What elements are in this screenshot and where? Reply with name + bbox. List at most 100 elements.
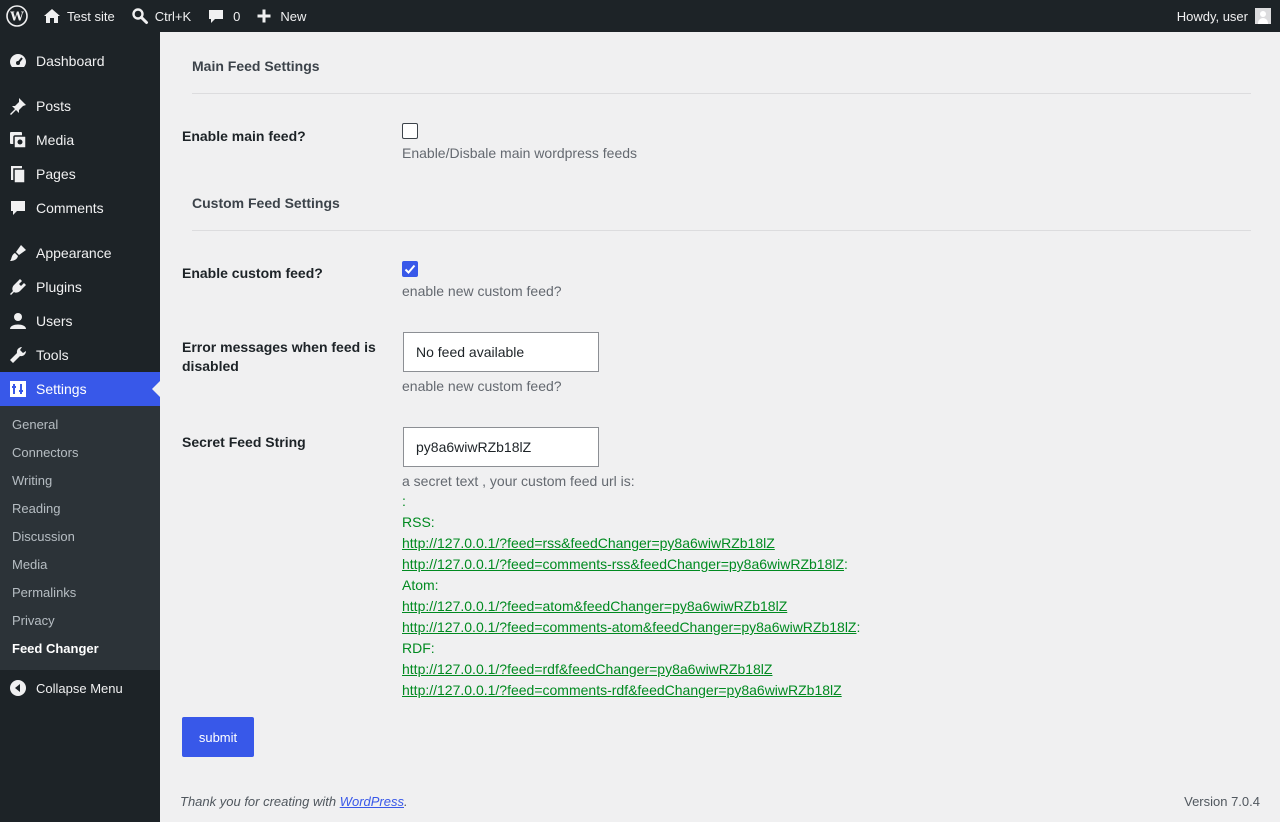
secret-feed-string-input[interactable] [403, 427, 599, 467]
atom-comments-url-row: http://127.0.0.1/?feed=comments-atom&fee… [402, 617, 860, 638]
comments-link[interactable]: 0 [199, 0, 248, 32]
rdf-comments-url-row: http://127.0.0.1/?feed=comments-rdf&feed… [402, 680, 842, 701]
sidebar-item-label: Tools [36, 347, 69, 363]
custom-feed-section-title: Custom Feed Settings [192, 195, 1251, 231]
enable-main-feed-checkbox[interactable] [402, 123, 418, 139]
collapse-menu-label: Collapse Menu [36, 680, 123, 696]
svg-text:W: W [9, 10, 24, 24]
main-feed-section-title: Main Feed Settings [192, 58, 1251, 94]
enable-custom-feed-label: Enable custom feed? [182, 265, 323, 281]
rss-heading: RSS: [402, 514, 435, 530]
sidebar-item-plugins[interactable]: Plugins [0, 270, 160, 304]
search-icon [131, 7, 149, 25]
rss-feed-link[interactable]: http://127.0.0.1/?feed=rss&feedChanger=p… [402, 535, 775, 551]
enable-custom-feed-checkbox[interactable] [402, 261, 418, 277]
sidebar-item-appearance[interactable]: Appearance [0, 236, 160, 270]
submenu-item-discussion[interactable]: Discussion [12, 523, 75, 551]
search-shortcut[interactable]: Ctrl+K [123, 0, 199, 32]
plus-icon [256, 8, 272, 24]
admin-sidebar: Dashboard Posts Media Pages Comments App… [0, 32, 160, 822]
wordpress-logo-icon[interactable]: W [0, 0, 35, 32]
comment-icon [0, 198, 36, 218]
footer-version: Version 7.0.4 [1184, 794, 1260, 809]
enable-custom-feed-description: enable new custom feed? [402, 283, 562, 299]
search-shortcut-label: Ctrl+K [154, 8, 192, 24]
atom-feed-link[interactable]: http://127.0.0.1/?feed=atom&feedChanger=… [402, 598, 787, 614]
sidebar-item-label: Plugins [36, 279, 82, 295]
submenu-item-reading[interactable]: Reading [12, 495, 60, 523]
sidebar-item-dashboard[interactable]: Dashboard [0, 44, 160, 78]
rdf-feed-link[interactable]: http://127.0.0.1/?feed=rdf&feedChanger=p… [402, 661, 772, 677]
user-icon [0, 311, 36, 331]
footer-thanks-prefix: Thank you for creating with [180, 794, 340, 809]
brush-icon [0, 243, 36, 263]
error-message-input[interactable] [403, 332, 599, 372]
error-message-label: Error messages when feed is disabled [182, 339, 376, 374]
footer-thanks: Thank you for creating with WordPress. [180, 794, 408, 809]
pages-icon [0, 164, 36, 184]
submenu-item-media[interactable]: Media [12, 551, 47, 579]
pin-icon [0, 96, 36, 116]
rdf-feed-url-row: http://127.0.0.1/?feed=rdf&feedChanger=p… [402, 659, 772, 680]
colon-suffix: : [856, 619, 861, 635]
collapse-arrow-icon [0, 679, 36, 697]
colon-suffix: : [844, 556, 848, 572]
comment-icon [207, 7, 225, 25]
site-name-link[interactable]: Test site [35, 0, 123, 32]
sidebar-item-label: Pages [36, 166, 76, 182]
secret-feed-description: a secret text , your custom feed url is: [402, 473, 635, 489]
error-message-description: enable new custom feed? [402, 378, 562, 394]
submenu-item-writing[interactable]: Writing [12, 467, 52, 495]
sidebar-item-label: Users [36, 313, 73, 329]
settings-submenu: General Connectors Writing Reading Discu… [0, 406, 160, 670]
submenu-item-permalinks[interactable]: Permalinks [12, 579, 76, 607]
dashboard-icon [0, 51, 36, 71]
feed-url-colon: : [402, 493, 406, 509]
sidebar-item-label: Comments [36, 200, 104, 216]
sidebar-item-settings[interactable]: Settings [0, 372, 160, 406]
avatar [1255, 8, 1271, 24]
plug-icon [0, 277, 36, 297]
submenu-item-privacy[interactable]: Privacy [12, 607, 55, 635]
rss-comments-url-row: http://127.0.0.1/?feed=comments-rss&feed… [402, 554, 848, 575]
footer-thanks-suffix: . [404, 794, 408, 809]
rdf-heading: RDF: [402, 640, 435, 656]
submenu-item-connectors[interactable]: Connectors [12, 439, 78, 467]
atom-comments-feed-link[interactable]: http://127.0.0.1/?feed=comments-atom&fee… [402, 619, 857, 635]
checkmark-icon [404, 264, 416, 274]
home-icon [43, 8, 61, 24]
my-account[interactable]: Howdy, user [1177, 0, 1280, 32]
rdf-comments-feed-link[interactable]: http://127.0.0.1/?feed=comments-rdf&feed… [402, 682, 842, 698]
rss-feed-url-row: http://127.0.0.1/?feed=rss&feedChanger=p… [402, 533, 775, 554]
admin-bar: W Test site Ctrl+K 0 New Howdy, user [0, 0, 1280, 32]
sidebar-item-pages[interactable]: Pages [0, 157, 160, 191]
sidebar-item-media[interactable]: Media [0, 123, 160, 157]
comments-count: 0 [233, 8, 241, 24]
new-content-link[interactable]: New [248, 0, 314, 32]
submit-button[interactable]: submit [182, 717, 254, 757]
settings-icon [0, 379, 36, 399]
enable-main-feed-description: Enable/Disbale main wordpress feeds [402, 145, 638, 161]
wordpress-link[interactable]: WordPress [340, 794, 404, 809]
sidebar-item-label: Dashboard [36, 53, 105, 69]
sidebar-item-posts[interactable]: Posts [0, 89, 160, 123]
secret-feed-string-label: Secret Feed String [182, 434, 306, 450]
site-name: Test site [67, 8, 115, 24]
collapse-menu-button[interactable]: Collapse Menu [0, 671, 160, 705]
sidebar-item-label: Media [36, 132, 75, 148]
sidebar-item-label: Settings [36, 381, 87, 397]
sidebar-item-users[interactable]: Users [0, 304, 160, 338]
submenu-item-feed-changer[interactable]: Feed Changer [12, 635, 99, 663]
new-label: New [280, 8, 307, 24]
rss-comments-feed-link[interactable]: http://127.0.0.1/?feed=comments-rss&feed… [402, 556, 844, 572]
howdy-greeting: Howdy, user [1176, 8, 1248, 24]
wrench-icon [0, 345, 36, 365]
sidebar-item-tools[interactable]: Tools [0, 338, 160, 372]
enable-main-feed-label: Enable main feed? [182, 128, 306, 144]
media-icon [0, 130, 36, 150]
submenu-item-general[interactable]: General [12, 411, 58, 439]
sidebar-item-label: Posts [36, 98, 72, 114]
atom-heading: Atom: [402, 577, 439, 593]
sidebar-item-label: Appearance [36, 245, 112, 261]
sidebar-item-comments[interactable]: Comments [0, 191, 160, 225]
